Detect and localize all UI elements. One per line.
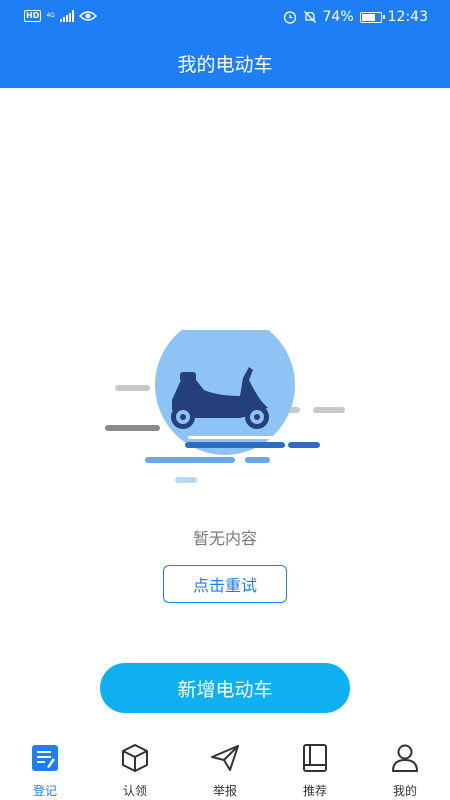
speed-line <box>188 436 278 439</box>
network-indicator: 4G <box>46 13 54 19</box>
user-icon <box>390 743 420 773</box>
battery-fill <box>361 13 375 21</box>
nav-label: 登记 <box>32 784 57 798</box>
status-left: HD 4G <box>24 10 97 22</box>
nav-label: 我的 <box>392 784 417 798</box>
signal-icon <box>59 10 74 22</box>
speed-line <box>175 477 197 483</box>
battery-percent: 74% <box>322 9 354 25</box>
mute-icon <box>303 11 316 23</box>
nav-label: 举报 <box>212 784 237 798</box>
add-scooter-button[interactable]: 新增电动车 <box>100 663 350 713</box>
eye-icon <box>78 11 97 21</box>
register-icon <box>30 743 60 773</box>
status-bar: HD 4G 74% 12:43 <box>0 0 450 38</box>
speed-line <box>185 442 285 448</box>
clock: 12:43 <box>387 9 428 25</box>
speed-line <box>105 425 160 431</box>
status-right: 74% 12:43 <box>283 9 428 25</box>
speed-line <box>245 457 270 463</box>
speed-line <box>145 457 235 463</box>
nav-item-recommend[interactable]: 推荐 <box>270 735 360 800</box>
nav-item-mine[interactable]: 我的 <box>360 735 450 800</box>
retry-button[interactable]: 点击重试 <box>163 565 287 603</box>
box-icon <box>120 743 150 773</box>
empty-message: 暂无内容 <box>192 529 257 548</box>
nav-item-register[interactable]: 登记 <box>0 735 90 800</box>
page-title: 我的电动车 <box>177 53 273 76</box>
send-icon <box>210 743 240 773</box>
speed-line <box>313 407 345 413</box>
network-type: 4G <box>46 12 55 19</box>
nav-item-claim[interactable]: 认领 <box>90 735 180 800</box>
alarm-icon <box>283 11 296 24</box>
nav-label: 推荐 <box>302 784 327 798</box>
nav-item-report[interactable]: 举报 <box>180 735 270 800</box>
bottom-nav: 登记 认领 举报 推荐 我的 <box>0 735 450 800</box>
scooter-illustration <box>105 330 345 483</box>
title-bar: 我的电动车 <box>0 38 450 88</box>
nav-label: 认领 <box>122 784 147 798</box>
battery-icon <box>359 11 385 23</box>
book-icon <box>300 743 330 773</box>
speed-line <box>115 385 150 391</box>
speed-line <box>288 442 320 448</box>
hd-badge: HD <box>24 10 42 22</box>
